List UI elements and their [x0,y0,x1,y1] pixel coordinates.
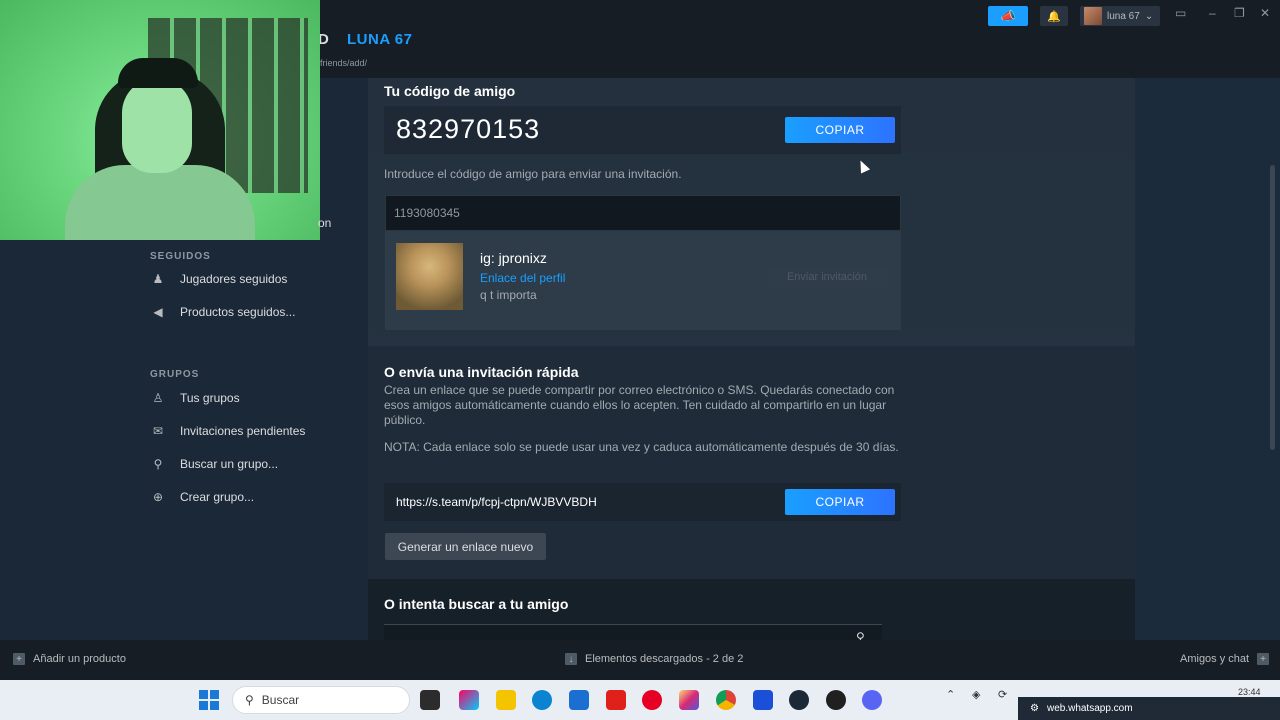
notification-toast[interactable]: ⚙ web.whatsapp.com [1018,697,1280,720]
search-icon: ⚲ [153,457,163,471]
clock[interactable]: 23:44 [1238,687,1261,697]
add-product-button[interactable]: + Añadir un producto [13,653,126,665]
sidebar-item-search-group[interactable]: ⚲ Buscar un grupo... [150,457,278,471]
quick-invite-note: NOTA: Cada enlace solo se puede usar una… [384,440,899,454]
search-friend-title: O intenta buscar a tu amigo [384,596,569,612]
friend-code-hint: Introduce el código de amigo para enviar… [384,167,682,181]
wps-icon[interactable] [606,690,626,710]
add-product-label: Añadir un producto [33,653,126,665]
chat-icon: + [1257,653,1270,665]
windows-start-icon[interactable] [199,690,219,710]
nav-tab-profile[interactable]: LUNA 67 [347,31,412,48]
megaphone-icon: ◀ [153,305,163,319]
settings-icon: ⚙ [1030,703,1039,714]
plus-circle-icon: ⊕ [152,490,164,504]
profile-link[interactable]: Enlace del perfil [480,271,565,285]
friends-chat-button[interactable]: Amigos y chat + [1180,653,1270,665]
tray-app-icon[interactable]: ◈ [972,688,980,701]
downloads-status[interactable]: ↓ Elementos descargados - 2 de 2 [565,653,743,665]
copy-code-button[interactable]: COPIAR [785,117,895,143]
friends-chat-label: Amigos y chat [1180,653,1250,665]
groups-heading: GRUPOS [150,369,200,380]
download-icon: ↓ [565,653,577,665]
taskbar-search-label: Buscar [261,693,300,707]
sidebar-item-pending-invites[interactable]: ✉ Invitaciones pendientes [150,424,305,438]
search-friend-input[interactable] [384,624,882,640]
app-icon-2[interactable] [826,690,846,710]
mail-icon: ✉ [152,424,164,438]
sidebar-item-label: Buscar un grupo... [180,457,279,471]
edge-icon[interactable] [532,690,552,710]
file-explorer-icon[interactable] [496,690,516,710]
players-icon: ♟ [152,272,164,286]
maximize-icon[interactable]: ❐ [1234,6,1245,20]
friend-name: ig: jpronixz [480,250,547,266]
megaphone-icon: 📣 [1000,9,1016,23]
store-icon[interactable] [569,690,589,710]
bell-icon: 🔔 [1047,10,1061,23]
sidebar-item-label: Invitaciones pendientes [180,424,306,438]
sidebar-item-followed-products[interactable]: ◀ Productos seguidos... [150,305,295,319]
announcements-button[interactable]: 📣 [988,6,1028,26]
quick-invite-description: Crea un enlace que se puede compartir po… [384,383,895,427]
person-body [65,165,255,240]
sidebar-item-label: Crear grupo... [180,490,255,504]
chevron-down-icon: ⌄ [1144,10,1154,22]
person-cap [118,58,198,88]
friend-code-value: 832970153 [396,114,541,144]
pinterest-icon[interactable] [642,690,662,710]
group-icon: ♙ [152,391,164,405]
copy-link-button[interactable]: COPIAR [785,489,895,515]
generate-link-button[interactable]: Generar un enlace nuevo [385,533,546,560]
avatar [1084,7,1102,25]
monitor-icon[interactable]: ▭ [1175,6,1186,20]
send-invite-button[interactable]: Enviar invitación [767,267,887,287]
task-view-icon[interactable] [420,690,440,710]
plus-icon: + [13,653,25,665]
friend-code-input[interactable]: 1193080345 [385,195,901,231]
close-icon[interactable]: ✕ [1260,6,1270,20]
search-icon: ⚲ [245,693,254,707]
sidebar-item-followed-players[interactable]: ♟ Jugadores seguidos [150,272,288,286]
minimize-icon[interactable]: – [1209,6,1216,20]
instagram-icon[interactable] [679,690,699,710]
tray-app-icon-2[interactable]: ⟳ [998,688,1007,701]
sidebar-item-label: Tus grupos [180,391,240,405]
copilot-icon[interactable] [459,690,479,710]
quick-invite-title: O envía una invitación rápida [384,364,579,380]
sidebar-item-label: Productos seguidos... [180,305,296,319]
partial-sidebar-text: on [318,216,332,230]
sidebar-item-your-groups[interactable]: ♙ Tus grupos [150,391,240,405]
notification-text: web.whatsapp.com [1046,703,1133,714]
right-background [1135,78,1280,640]
username-label: luna 67 [1107,10,1140,22]
downloads-label: Elementos descargados - 2 de 2 [585,653,744,665]
url-bar: friends/add/ [320,58,368,68]
steam-icon[interactable] [789,690,809,710]
person-face [122,78,192,173]
notifications-button[interactable]: 🔔 [1040,6,1068,26]
app-icon[interactable] [753,690,773,710]
sidebar-item-label: Jugadores seguidos [180,272,288,286]
taskbar-search[interactable]: ⚲ Buscar [232,686,410,714]
scrollbar[interactable] [1270,165,1275,450]
sidebar-item-create-group[interactable]: ⊕ Crear grupo... [150,490,254,504]
discord-icon[interactable] [862,690,882,710]
chevron-up-icon[interactable]: ⌃ [946,688,955,701]
friend-avatar [396,243,463,310]
webcam-overlay [0,0,320,240]
invite-link[interactable]: https://s.team/p/fcpj-ctpn/WJBVVBDH [396,495,597,509]
followed-heading: SEGUIDOS [150,251,211,262]
user-menu[interactable]: luna 67 ⌄ [1080,6,1160,26]
chrome-icon[interactable] [716,690,736,710]
friend-code-title: Tu código de amigo [384,83,516,99]
friend-status: q t importa [480,288,537,302]
